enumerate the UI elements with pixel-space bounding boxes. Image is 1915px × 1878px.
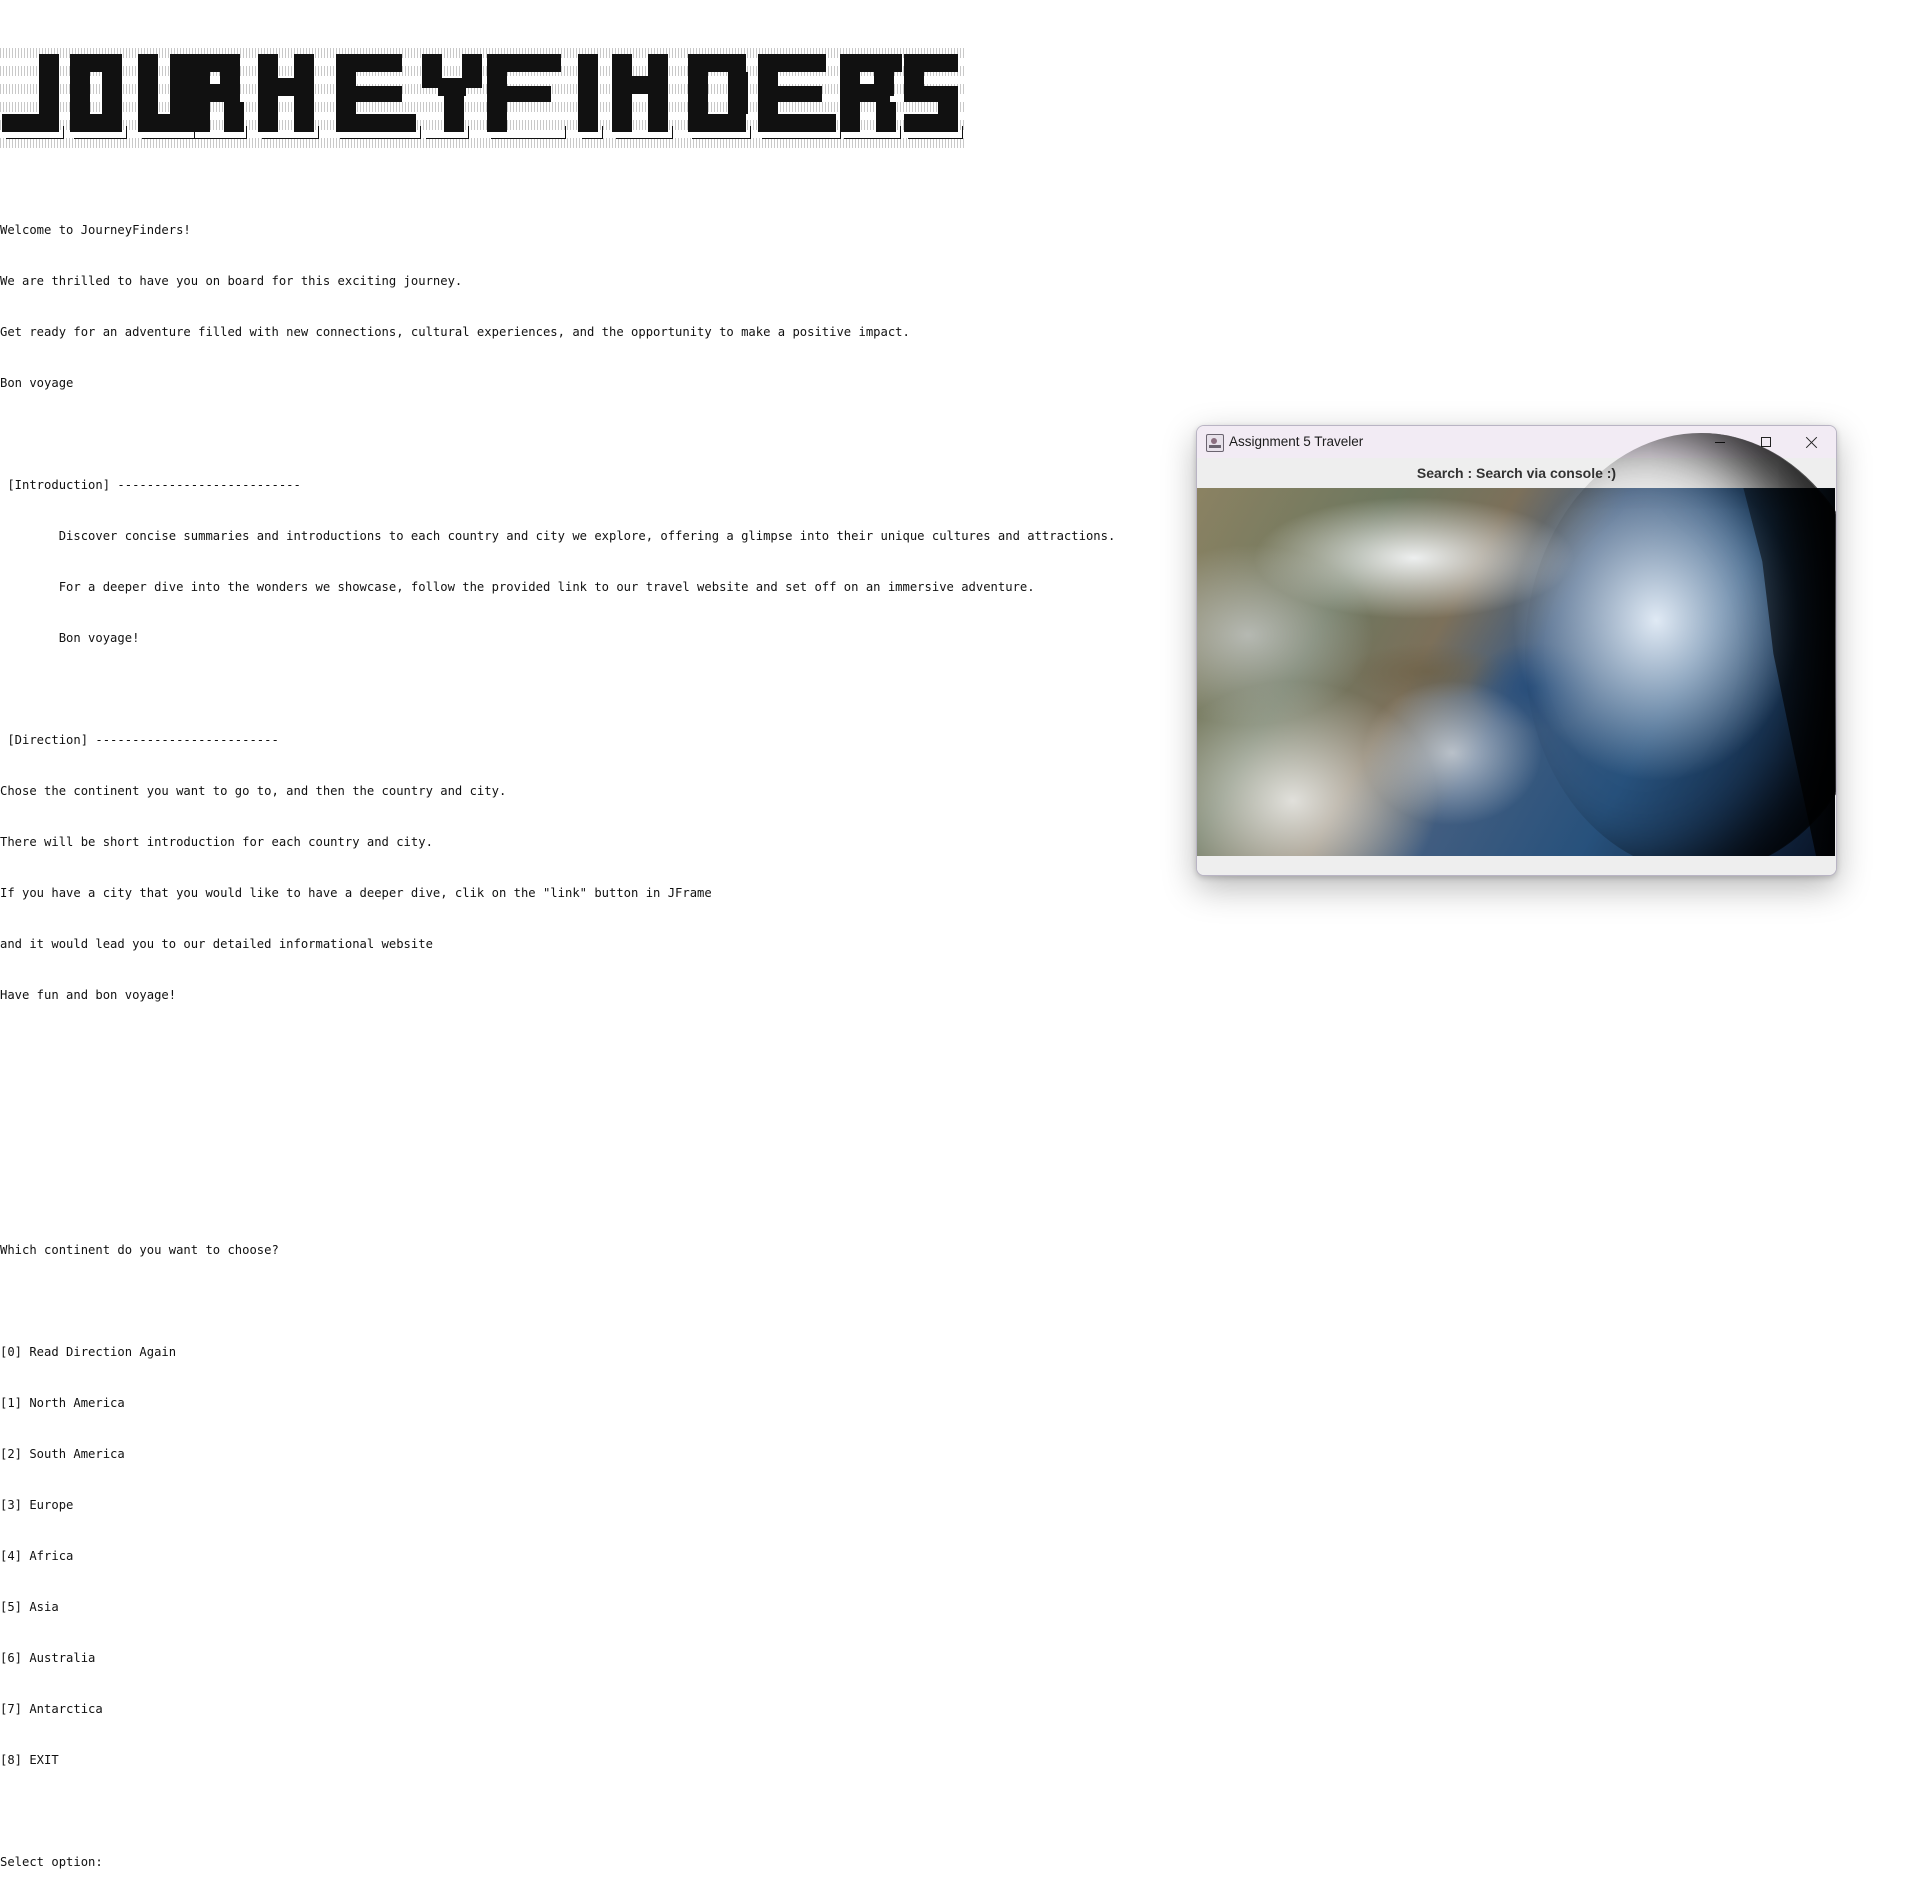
window-title: Assignment 5 Traveler: [1229, 434, 1364, 449]
console-line-28: [6] Australia: [0, 1651, 96, 1665]
console-line-18: [0, 1140, 1115, 1157]
earth-satellite-image: [1197, 488, 1835, 856]
console-line-29: [7] Antarctica: [0, 1702, 103, 1716]
console-line-11: Chose the continent you want to go to, a…: [0, 784, 507, 798]
console-text: Welcome to JourneyFinders! We are thrill…: [0, 188, 1115, 1878]
console-line-25: [3] Europe: [0, 1498, 74, 1512]
console-line-16: [0, 1038, 1115, 1055]
traveler-window[interactable]: Assignment 5 Traveler Search : Search vi…: [1196, 425, 1837, 876]
console-line-23: [1] North America: [0, 1396, 125, 1410]
console-line-17: [0, 1089, 1115, 1106]
console-line-10: [Direction] -------------------------: [0, 733, 279, 747]
console-line-12: There will be short introduction for eac…: [0, 835, 433, 849]
console-line-8: Bon voyage!: [0, 631, 140, 645]
console-line-4: [0, 426, 1115, 443]
console-line-7: For a deeper dive into the wonders we sh…: [0, 580, 1035, 594]
console-line-20: Which continent do you want to choose?: [0, 1243, 279, 1257]
console-line-31: [0, 1803, 1115, 1820]
journeyfinders-ascii-banner: [0, 48, 965, 154]
console-line-13: If you have a city that you would like t…: [0, 886, 712, 900]
console-line-22: [0] Read Direction Again: [0, 1345, 177, 1359]
console-line-26: [4] Africa: [0, 1549, 74, 1563]
console-line-0: Welcome to JourneyFinders!: [0, 223, 191, 237]
console-line-21: [0, 1293, 1115, 1310]
maximize-icon: [1761, 437, 1771, 447]
console-line-19: [0, 1191, 1115, 1208]
window-bottom-padding: [1197, 856, 1836, 875]
close-icon: [1806, 436, 1818, 448]
console-line-5: [Introduction] -------------------------: [0, 478, 301, 492]
console-line-30: [8] EXIT: [0, 1753, 59, 1767]
console-line-6: Discover concise summaries and introduct…: [0, 529, 1116, 543]
console-line-32[interactable]: Select option:: [0, 1854, 1115, 1871]
console-line-1: We are thrilled to have you on board for…: [0, 274, 463, 288]
close-button[interactable]: [1789, 426, 1835, 458]
console-line-3: Bon voyage: [0, 376, 74, 390]
console-line-15: Have fun and bon voyage!: [0, 988, 177, 1002]
console-line-2: Get ready for an adventure filled with n…: [0, 325, 910, 339]
console-line-9: [0, 681, 1115, 698]
console-line-24: [2] South America: [0, 1447, 125, 1461]
java-app-icon: [1206, 434, 1224, 452]
console-line-27: [5] Asia: [0, 1600, 59, 1614]
